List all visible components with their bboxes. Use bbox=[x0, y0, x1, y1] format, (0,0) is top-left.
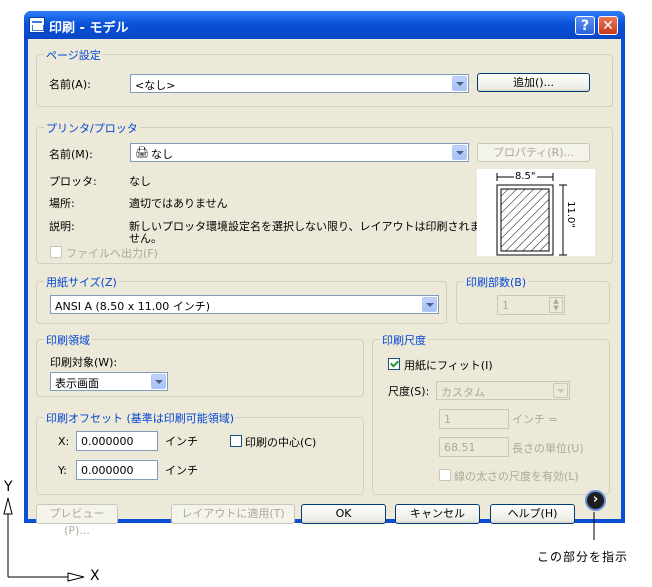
annotation-text: この部分を指示 bbox=[537, 550, 629, 564]
annotation-overlay bbox=[3, 497, 595, 582]
x-axis-arrow-icon bbox=[67, 572, 85, 582]
y-axis-label: Y bbox=[4, 479, 13, 495]
x-axis-label: X bbox=[90, 568, 100, 584]
y-axis-arrow-icon bbox=[3, 497, 13, 515]
